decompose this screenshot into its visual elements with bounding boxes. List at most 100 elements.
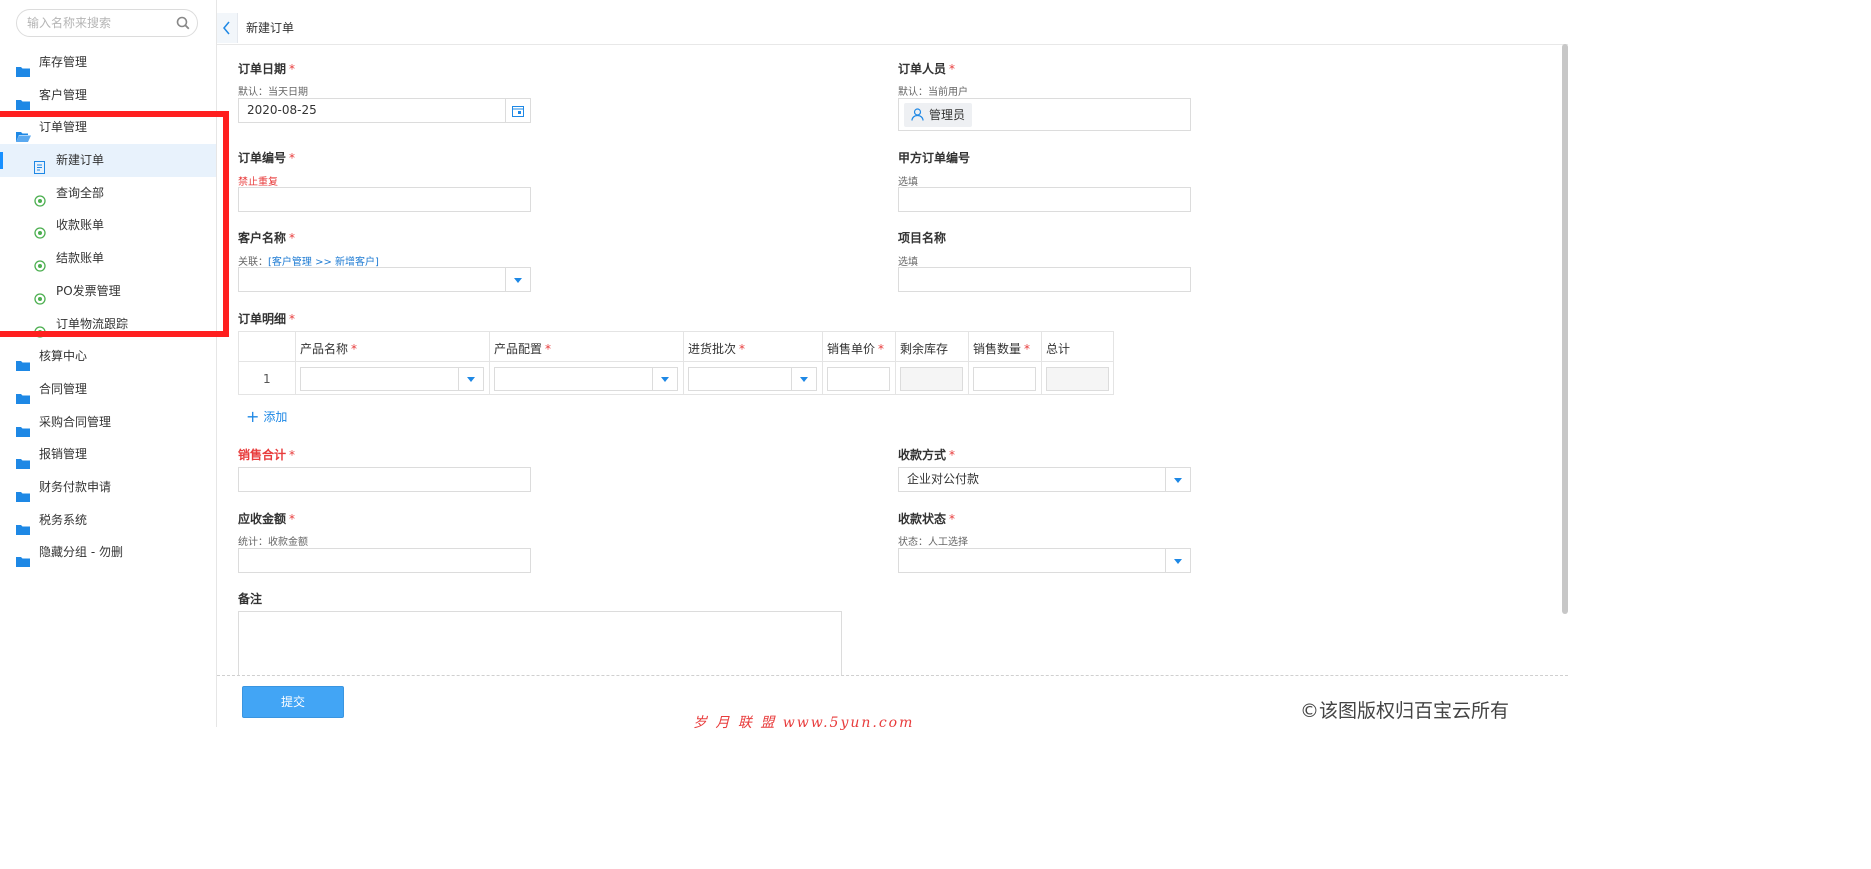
chevron-left-icon bbox=[223, 21, 230, 35]
sidebar-item-query-all[interactable]: 查询全部 bbox=[0, 177, 216, 210]
sidebar-item-settlement-bills[interactable]: 结款账单 bbox=[0, 242, 216, 275]
sidebar-item-label: 查询全部 bbox=[56, 185, 105, 200]
calendar-icon bbox=[512, 106, 524, 117]
table-header: 进货批次 * bbox=[688, 342, 746, 356]
sidebar-item-label: 采购合同管理 bbox=[39, 414, 112, 429]
payment-method-value: 企业对公付款 bbox=[907, 472, 980, 486]
batch-select[interactable] bbox=[688, 367, 817, 391]
sales-total-input[interactable] bbox=[238, 467, 531, 492]
payment-status-hint: 状态：人工选择 bbox=[898, 537, 968, 548]
folder-icon bbox=[16, 547, 30, 580]
dropdown-arrow-icon[interactable] bbox=[1165, 549, 1190, 572]
order-person-hint: 默认：当前用户 bbox=[898, 87, 968, 98]
table-header: 产品配置 * bbox=[494, 342, 552, 356]
dropdown-arrow-icon[interactable] bbox=[791, 368, 816, 390]
payment-method-select[interactable]: 企业对公付款 bbox=[898, 467, 1191, 492]
sidebar-item-orders[interactable]: 订单管理 bbox=[0, 111, 216, 144]
table-header: 销售数量 * bbox=[973, 342, 1031, 356]
order-date-field[interactable]: 2020-08-25 bbox=[238, 98, 531, 123]
sidebar-item-label: 结款账单 bbox=[56, 251, 105, 266]
sidebar-item-inventory[interactable]: 库存管理 bbox=[0, 46, 216, 79]
sidebar-item-label: 税务系统 bbox=[39, 512, 88, 527]
sidebar-item-purchase-contracts[interactable]: 采购合同管理 bbox=[0, 406, 216, 439]
sidebar-item-label: 客户管理 bbox=[39, 87, 88, 102]
sidebar-item-label: 订单管理 bbox=[39, 120, 88, 135]
sidebar: 库存管理 客户管理 订单管理 新建订单 查询全部 收款账单 结款账单 PO发票 bbox=[0, 0, 229, 727]
header: 新建订单 bbox=[217, 0, 1568, 45]
product-name-select[interactable] bbox=[300, 367, 484, 391]
sidebar-item-new-order[interactable]: 新建订单 bbox=[0, 144, 216, 177]
sidebar-item-label: 合同管理 bbox=[39, 381, 88, 396]
receivable-input[interactable] bbox=[238, 548, 531, 573]
add-row-button[interactable]: + 添加 bbox=[246, 407, 287, 426]
receivable-hint: 统计：收款金额 bbox=[238, 537, 308, 548]
user-chip-label: 管理员 bbox=[929, 108, 966, 122]
submit-button[interactable]: 提交 bbox=[242, 686, 344, 718]
dropdown-arrow-icon[interactable] bbox=[1165, 468, 1190, 491]
sidebar-item-contracts[interactable]: 合同管理 bbox=[0, 373, 216, 406]
sidebar-item-customers[interactable]: 客户管理 bbox=[0, 79, 216, 112]
order-date-label: 订单日期 * bbox=[238, 62, 296, 76]
payment-status-select[interactable] bbox=[898, 548, 1191, 573]
sidebar-nav: 库存管理 客户管理 订单管理 新建订单 查询全部 收款账单 结款账单 PO发票管… bbox=[0, 46, 216, 569]
sidebar-item-reimbursement[interactable]: 报销管理 bbox=[0, 438, 216, 471]
unit-price-input[interactable] bbox=[827, 367, 890, 391]
sidebar-item-accounting[interactable]: 核算中心 bbox=[0, 340, 216, 373]
sidebar-item-label: 报销管理 bbox=[39, 447, 88, 462]
sidebar-item-payment-request[interactable]: 财务付款申请 bbox=[0, 471, 216, 504]
sidebar-item-label: 库存管理 bbox=[39, 55, 88, 69]
sidebar-item-label: 收款账单 bbox=[56, 218, 105, 233]
page-title: 新建订单 bbox=[246, 21, 295, 35]
payment-status-label: 收款状态 * bbox=[898, 512, 956, 526]
plus-icon: + bbox=[246, 407, 260, 426]
order-no-hint: 禁止重复 bbox=[238, 177, 278, 188]
sales-total-label: 销售合计 * bbox=[238, 448, 296, 462]
order-person-field[interactable]: 管理员 bbox=[898, 98, 1191, 131]
table-header: 总计 bbox=[1046, 342, 1071, 356]
dropdown-arrow-icon[interactable] bbox=[652, 368, 677, 390]
dropdown-arrow-icon[interactable] bbox=[458, 368, 483, 390]
sidebar-item-label: PO发票管理 bbox=[56, 283, 121, 298]
party-a-no-hint: 选填 bbox=[898, 177, 918, 188]
calendar-button[interactable] bbox=[505, 99, 530, 122]
order-no-input[interactable] bbox=[238, 187, 531, 212]
party-a-no-label: 甲方订单编号 bbox=[898, 151, 971, 165]
party-a-no-input[interactable] bbox=[898, 187, 1191, 212]
sidebar-item-po-invoice[interactable]: PO发票管理 bbox=[0, 275, 216, 308]
remark-textarea[interactable] bbox=[238, 611, 842, 681]
footer: 提交 岁 月 联 盟 www.5yun.com ©该图版权归百宝云所有 bbox=[217, 675, 1568, 731]
search-icon[interactable] bbox=[176, 16, 190, 33]
order-date-value: 2020-08-25 bbox=[247, 103, 317, 117]
remark-label: 备注 bbox=[238, 592, 263, 606]
table-header: 剩余库存 bbox=[900, 342, 949, 356]
sidebar-item-label: 财务付款申请 bbox=[39, 479, 112, 494]
quantity-input[interactable] bbox=[973, 367, 1036, 391]
project-label: 项目名称 bbox=[898, 231, 947, 245]
watermark-text: 岁 月 联 盟 www.5yun.com bbox=[693, 715, 915, 731]
sidebar-item-hidden-group[interactable]: 隐藏分组 - 勿删 bbox=[0, 536, 216, 569]
sidebar-item-logistics[interactable]: 订单物流跟踪 bbox=[0, 308, 216, 341]
stock-field bbox=[900, 367, 963, 391]
payment-method-label: 收款方式 * bbox=[898, 448, 956, 462]
project-hint: 选填 bbox=[898, 257, 918, 268]
user-icon bbox=[911, 108, 924, 121]
order-no-label: 订单编号 * bbox=[238, 151, 296, 165]
order-details-table: 产品名称 * 产品配置 * 进货批次 * 销售单价 * 剩余库存 销售数量 * 总计 1 bbox=[238, 331, 1114, 395]
row-number: 1 bbox=[263, 372, 271, 386]
sidebar-item-tax[interactable]: 税务系统 bbox=[0, 504, 216, 537]
sidebar-item-label: 订单物流跟踪 bbox=[56, 316, 129, 331]
product-config-select[interactable] bbox=[494, 367, 678, 391]
project-input[interactable] bbox=[898, 267, 1191, 292]
user-chip[interactable]: 管理员 bbox=[904, 103, 973, 127]
customer-label: 客户名称 * bbox=[238, 231, 296, 245]
total-field bbox=[1046, 367, 1109, 391]
search-box bbox=[16, 9, 198, 37]
collapse-sidebar-button[interactable] bbox=[217, 13, 238, 43]
customer-select[interactable] bbox=[238, 267, 531, 292]
search-input[interactable] bbox=[17, 10, 177, 36]
sidebar-item-receipt-bills[interactable]: 收款账单 bbox=[0, 209, 216, 242]
sidebar-item-label: 新建订单 bbox=[56, 153, 105, 168]
scrollbar[interactable] bbox=[1562, 44, 1568, 614]
dropdown-arrow-icon[interactable] bbox=[505, 268, 530, 291]
copyright-watermark: ©该图版权归百宝云所有 bbox=[1300, 700, 1510, 722]
